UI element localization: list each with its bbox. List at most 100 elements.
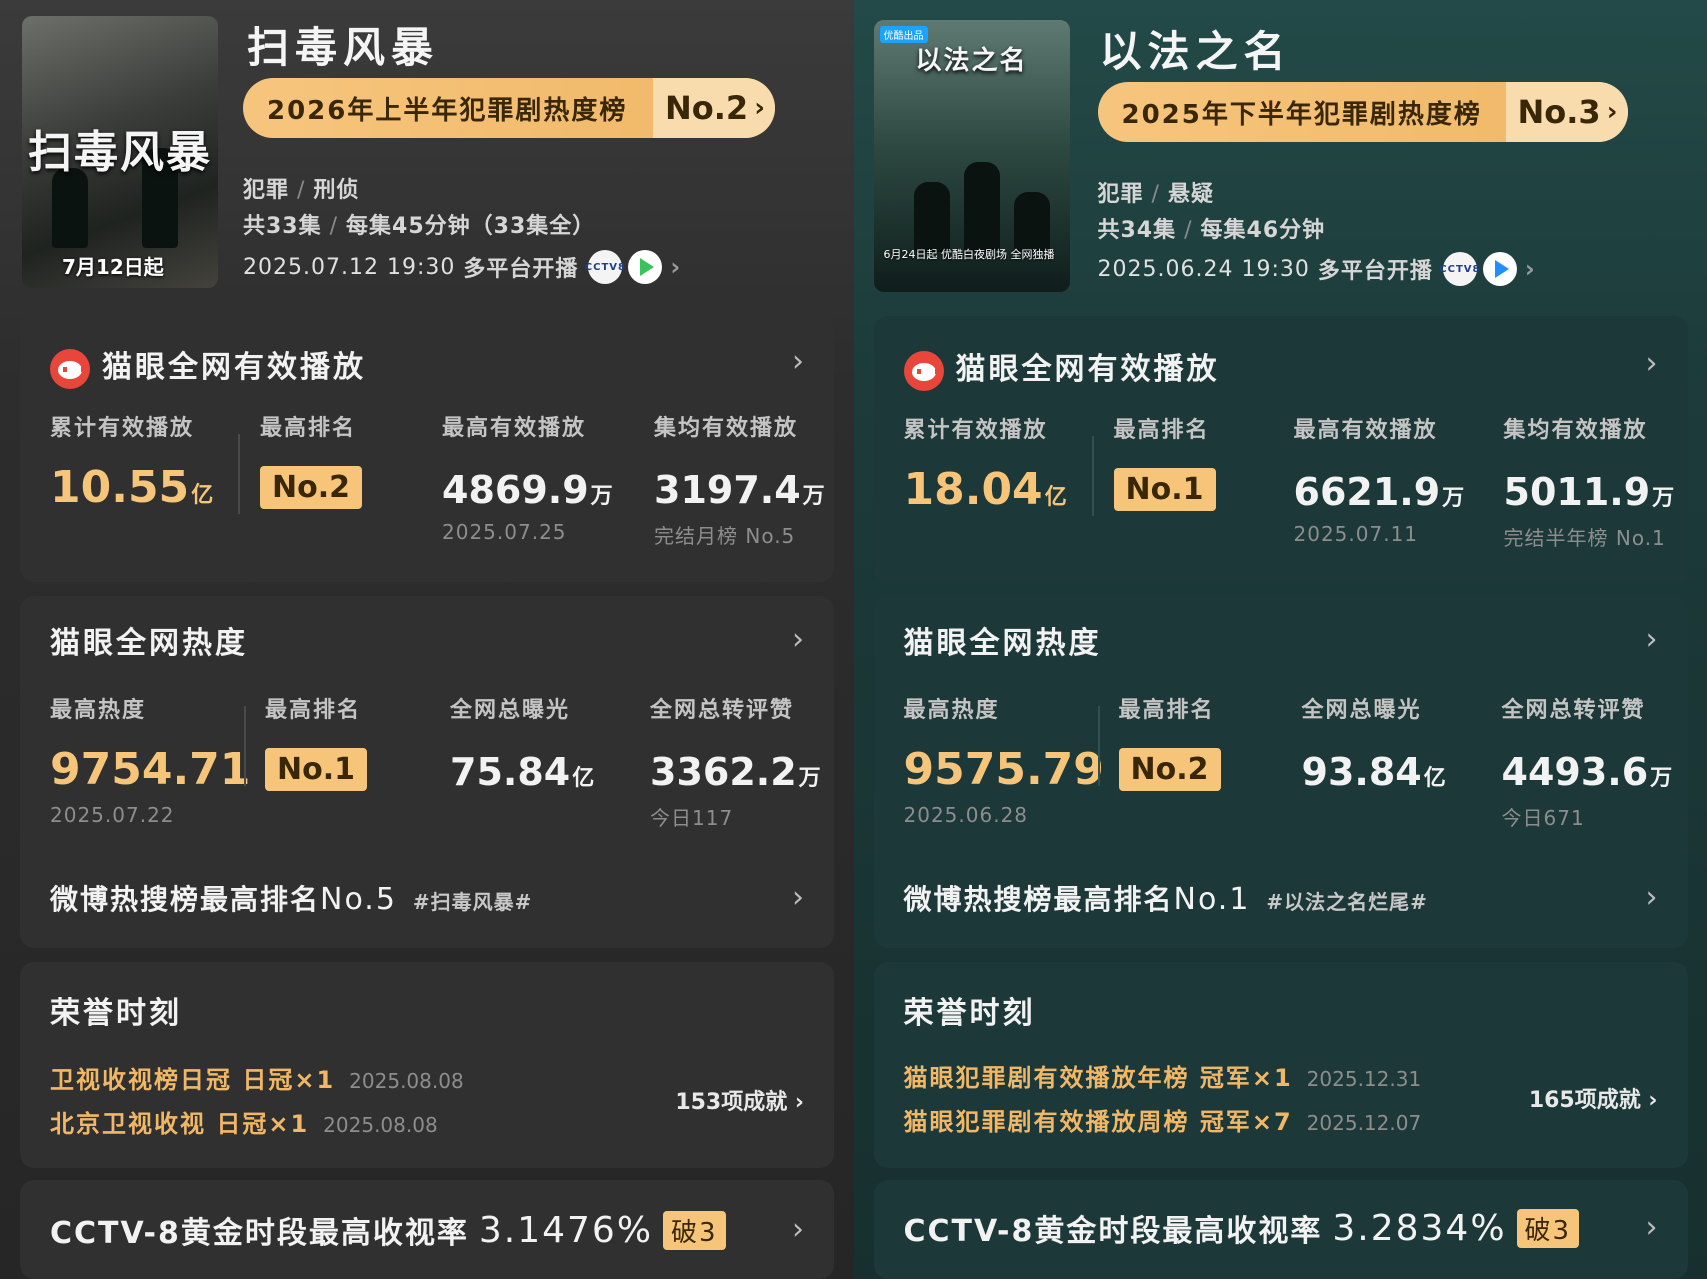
episode-line: 共34集 / 每集46分钟 xyxy=(1097,218,1326,243)
stat-peak-heat: 最高热度 9575.79 2025.06.28 xyxy=(903,698,1104,827)
chevron-right-icon[interactable]: › xyxy=(792,880,804,915)
poster-date: 7月12日起 xyxy=(62,255,164,279)
chevron-right-icon: › xyxy=(1648,1088,1658,1113)
genre-line: 犯罪 / 刑侦 xyxy=(243,178,360,203)
honor-item: 猫眼犯罪剧有效播放周榜 冠军×7 2025.12.07 xyxy=(903,1108,1422,1136)
rank-badge: No.1 xyxy=(265,748,367,791)
chevron-right-icon[interactable]: › xyxy=(1646,346,1658,381)
stat-exposure: 全网总曝光 75.84亿 xyxy=(450,698,595,794)
chevron-right-icon[interactable]: › xyxy=(792,344,804,379)
weibo-rank-row[interactable]: 微博热搜榜最高排名No.1 #以法之名烂尾# xyxy=(904,878,1428,918)
stat-avg-play: 集均有效播放 3197.4万 完结月榜 No.5 xyxy=(654,416,825,548)
genre-tag: 刑侦 xyxy=(313,178,360,203)
maoyan-heat-card[interactable]: 猫眼全网热度 › 最高热度 9575.79 2025.06.28 最高排名 No… xyxy=(873,596,1688,948)
stat-top-rank: 最高排名 No.1 xyxy=(1113,412,1216,511)
show-panel-right: 优酷出品 以法之名 6月24日起 优酷白夜剧场 全网独播 以法之名 2025年下… xyxy=(853,0,1707,1279)
rank-badge: No.2 xyxy=(1118,748,1221,791)
genre-tag: 悬疑 xyxy=(1167,182,1214,207)
divider xyxy=(1091,436,1094,516)
card-title: 猫眼全网有效播放 xyxy=(903,344,1220,391)
stat-top-rank: 最高排名 No.2 xyxy=(260,410,362,509)
poster-image[interactable]: 扫毒风暴 7月12日起 xyxy=(22,16,218,288)
poster-title: 以法之名 xyxy=(915,46,1028,76)
stat-heat-rank: 最高排名 No.2 xyxy=(1118,692,1221,791)
honor-item: 卫视收视榜日冠 日冠×1 2025.08.08 xyxy=(50,1066,464,1094)
honor-item: 北京卫视收视 日冠×1 2025.08.08 xyxy=(50,1110,438,1138)
chevron-right-icon[interactable]: › xyxy=(1646,622,1658,657)
chevron-right-icon[interactable]: › xyxy=(792,622,804,657)
rank-number: No.3 › xyxy=(1505,82,1628,142)
poster-figure xyxy=(1013,192,1050,252)
divider xyxy=(238,434,240,514)
card-title: 荣誉时刻 xyxy=(903,996,1036,1031)
chevron-right-icon: › xyxy=(794,1090,804,1115)
stat-peak-heat: 最高热度 9754.71 2025.07.22 xyxy=(50,698,251,827)
show-title: 扫毒风暴 xyxy=(247,23,440,72)
episode-line: 共33集 / 每集45分钟（33集全） xyxy=(243,214,596,239)
card-title: 猫眼全网热度 xyxy=(903,626,1102,661)
cctv-rating-row: CCTV-8黄金时段最高收视率 3.1476% 破3 xyxy=(50,1208,726,1252)
episode-duration: 每集45分钟（33集全） xyxy=(346,214,596,239)
genre-tag: 犯罪 xyxy=(1097,182,1144,207)
maoyan-cat-icon xyxy=(50,349,90,389)
maoyan-play-card[interactable]: 猫眼全网有效播放 › 累计有效播放 18.04亿 最高排名 No.1 最高有效播… xyxy=(873,316,1688,584)
stat-avg-play: 集均有效播放 5011.9万 完结半年榜 No.1 xyxy=(1503,418,1675,550)
chevron-right-icon: › xyxy=(1524,255,1536,283)
achievement-count[interactable]: 153项成就 › xyxy=(675,1084,804,1116)
air-date: 2025.06.24 19:30 xyxy=(1097,256,1310,282)
chevron-right-icon[interactable]: › xyxy=(1646,1210,1658,1245)
chevron-right-icon: › xyxy=(754,93,765,123)
show-title: 以法之名 xyxy=(1099,27,1292,76)
cctv-rating-card[interactable]: CCTV-8黄金时段最高收视率 3.1476% 破3 › xyxy=(20,1180,834,1279)
air-text: 多平台开播 xyxy=(463,257,579,282)
episode-count: 共34集 xyxy=(1097,218,1177,243)
episode-duration: 每集46分钟 xyxy=(1200,218,1326,243)
weibo-rank-row[interactable]: 微博热搜榜最高排名No.5 #扫毒风暴# xyxy=(50,878,532,918)
stat-cumulative: 累计有效播放 18.04亿 xyxy=(903,418,1067,515)
poster-figure xyxy=(913,182,950,252)
maoyan-play-card[interactable]: 猫眼全网有效播放 › 累计有效播放 10.55亿 最高排名 No.2 最高有效播… xyxy=(20,314,834,582)
rank-number: No.2 › xyxy=(653,78,775,138)
maoyan-heat-card[interactable]: 猫眼全网热度 › 最高热度 9754.71 2025.07.22 最高排名 No… xyxy=(20,596,834,948)
poster-title: 扫毒风暴 xyxy=(28,127,212,178)
episode-count: 共33集 xyxy=(243,214,322,239)
poster-footer: 6月24日起 优酷白夜剧场 全网独播 xyxy=(883,248,1055,261)
honor-card[interactable]: 荣誉时刻 卫视收视榜日冠 日冠×1 2025.08.08 北京卫视收视 日冠×1 2… xyxy=(20,962,834,1168)
chevron-right-icon[interactable]: › xyxy=(792,1212,804,1247)
air-info[interactable]: 2025.07.12 19:30 多平台开播 CCTV8 › xyxy=(243,250,681,284)
genre-tag: 犯罪 xyxy=(243,178,290,203)
air-date: 2025.07.12 19:30 xyxy=(243,254,456,280)
stat-engagement: 全网总转评赞 4493.6万 今日671 xyxy=(1501,698,1673,830)
rating-badge: 破3 xyxy=(663,1210,726,1250)
chevron-right-icon: › xyxy=(670,253,682,281)
green-play-icon xyxy=(628,250,663,284)
card-title: 猫眼全网热度 xyxy=(50,626,248,661)
maoyan-cat-icon xyxy=(903,351,944,391)
poster-image[interactable]: 优酷出品 以法之名 6月24日起 优酷白夜剧场 全网独播 xyxy=(873,20,1070,292)
stat-engagement: 全网总转评赞 3362.2万 今日117 xyxy=(650,698,821,830)
rank-pill[interactable]: 2025年下半年犯罪剧热度榜 No.3 › xyxy=(1097,82,1628,142)
cctv-rating-card[interactable]: CCTV-8黄金时段最高收视率 3.2834% 破3 › xyxy=(873,1180,1688,1279)
youku-play-icon xyxy=(1482,252,1517,286)
air-info[interactable]: 2025.06.24 19:30 多平台开播 CCTV8 › xyxy=(1098,252,1536,286)
rating-badge: 破3 xyxy=(1516,1208,1580,1248)
rank-pill[interactable]: 2026年上半年犯罪剧热度榜 No.2 › xyxy=(243,78,775,138)
divider xyxy=(1097,706,1100,786)
card-title: 荣誉时刻 xyxy=(50,996,182,1031)
poster-figure xyxy=(963,162,1000,252)
stat-peak-play: 最高有效播放 6621.9万 2025.07.11 xyxy=(1293,418,1465,546)
air-text: 多平台开播 xyxy=(1317,259,1433,284)
divider xyxy=(244,706,246,786)
honor-card[interactable]: 荣誉时刻 猫眼犯罪剧有效播放年榜 冠军×1 2025.12.31 猫眼犯罪剧有效播… xyxy=(873,962,1688,1168)
cctv-rating-row: CCTV-8黄金时段最高收视率 3.2834% 破3 xyxy=(904,1206,1580,1250)
poster-figure xyxy=(52,168,88,248)
genre-line: 犯罪 / 悬疑 xyxy=(1097,182,1214,207)
achievement-count[interactable]: 165项成就 › xyxy=(1529,1082,1658,1114)
rank-label: 2025年下半年犯罪剧热度榜 xyxy=(1121,99,1482,130)
chevron-right-icon[interactable]: › xyxy=(1646,880,1658,915)
rank-label: 2026年上半年犯罪剧热度榜 xyxy=(267,95,628,126)
cctv8-icon: CCTV8 xyxy=(1439,252,1479,286)
weibo-hashtag: #扫毒风暴# xyxy=(412,890,533,914)
rank-badge: No.1 xyxy=(1113,468,1216,511)
card-title: 猫眼全网有效播放 xyxy=(50,342,366,389)
